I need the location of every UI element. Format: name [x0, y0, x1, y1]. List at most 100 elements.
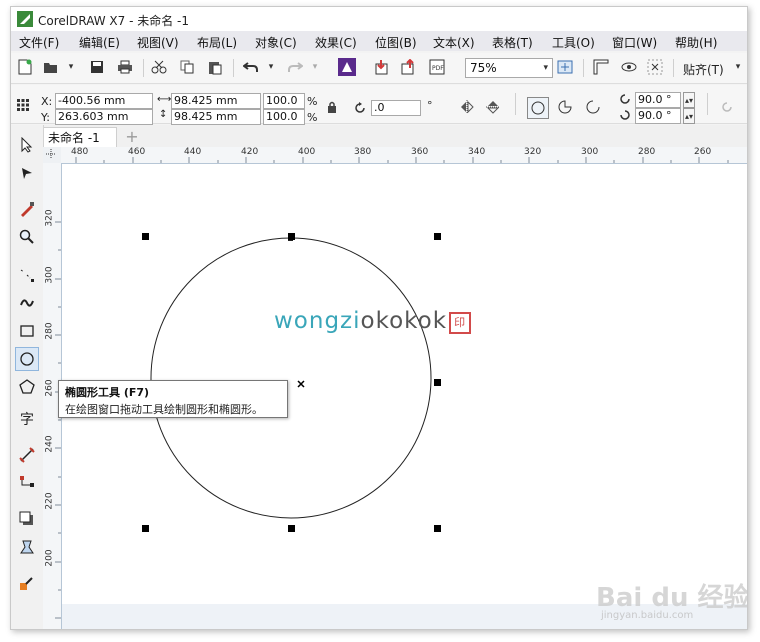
menu-object[interactable]: 对象(C) [255, 34, 297, 51]
percent-label: % [307, 95, 318, 108]
menu-text[interactable]: 文本(X) [433, 34, 475, 51]
export-button[interactable] [399, 57, 419, 77]
zoom-tool[interactable] [15, 225, 39, 249]
separator [673, 59, 674, 77]
lock-ratio-icon[interactable] [327, 101, 337, 113]
menu-view[interactable]: 视图(V) [137, 34, 179, 51]
zoom-icon [19, 229, 34, 244]
import-button[interactable] [371, 57, 391, 77]
print-button[interactable] [115, 57, 135, 77]
launcher-button[interactable] [337, 57, 357, 77]
redo-dropdown[interactable]: ▾ [305, 57, 325, 77]
selection-handle[interactable] [142, 233, 149, 240]
y-position-field[interactable]: 263.603 mm [55, 109, 153, 125]
mirror-horizontal-button[interactable] [457, 97, 477, 117]
snap-to-label[interactable]: 贴齐(T) [683, 61, 724, 78]
menu-tools[interactable]: 工具(O) [552, 34, 595, 51]
snap-dropdown[interactable]: ▾ [731, 57, 745, 77]
fullscreen-button[interactable] [555, 57, 575, 77]
transparency-tool[interactable] [15, 535, 39, 559]
drop-shadow-tool[interactable] [15, 507, 39, 531]
connector-tool[interactable] [15, 471, 39, 495]
menu-file[interactable]: 文件(F) [19, 34, 59, 51]
ellipse-tool[interactable] [15, 347, 39, 371]
arc-type-button[interactable] [583, 97, 603, 117]
zoom-level-combo[interactable]: 75% ▾ [465, 58, 553, 78]
add-document-icon[interactable]: + [123, 128, 141, 146]
crop-tool[interactable] [15, 197, 39, 221]
start-angle-spinner[interactable]: ▴▾ [683, 92, 695, 108]
menu-bitmaps[interactable]: 位图(B) [375, 34, 417, 51]
redo-icon [288, 62, 303, 72]
undo-dropdown[interactable]: ▾ [261, 57, 281, 77]
selection-handle[interactable] [288, 525, 295, 532]
polygon-tool[interactable] [15, 375, 39, 399]
paste-button[interactable] [205, 57, 225, 77]
open-button[interactable] [41, 57, 61, 77]
menu-layout[interactable]: 布局(L) [197, 34, 237, 51]
rotation-angle-field[interactable]: .0 [371, 100, 421, 116]
open-dropdown[interactable]: ▾ [61, 57, 81, 77]
document-tab-bar: 未命名 -1 + [43, 125, 747, 148]
document-tab[interactable]: 未命名 -1 [43, 127, 117, 147]
shape-tool[interactable] [15, 161, 39, 185]
horizontal-ruler[interactable]: 480 460 440 420 400 380 360 340 320 300 … [61, 147, 747, 164]
ruler-origin[interactable] [43, 147, 62, 164]
height-field[interactable]: 98.425 mm [171, 109, 261, 125]
ruler-tick-label: 280 [638, 147, 656, 157]
ellipse-shape[interactable] [150, 237, 432, 519]
ruler-tick-label: 440 [184, 147, 202, 157]
menu-table[interactable]: 表格(T) [492, 34, 533, 51]
menu-edit[interactable]: 编辑(E) [79, 34, 120, 51]
artistic-media-tool[interactable] [15, 291, 39, 315]
ellipse-type-button[interactable] [527, 97, 549, 119]
ruler-tick-label: 280 [44, 322, 55, 340]
scale-x-field[interactable]: 100.0 [263, 93, 305, 109]
mirror-vertical-button[interactable] [483, 97, 503, 117]
ruler-tick-label: 480 [71, 147, 89, 157]
publish-pdf-button[interactable]: PDF [427, 57, 447, 77]
reference-point-icon[interactable] [17, 99, 29, 111]
rectangle-tool[interactable] [15, 319, 39, 343]
save-button[interactable] [87, 57, 107, 77]
dimension-tool[interactable] [15, 443, 39, 467]
ruler-tick-label: 260 [694, 147, 712, 157]
start-angle-field[interactable]: 90.0 ° [635, 92, 681, 108]
rulers-toggle[interactable] [591, 57, 611, 77]
guidelines-icon [621, 62, 637, 72]
direction-toggle-button[interactable] [717, 97, 737, 117]
selection-handle[interactable] [434, 233, 441, 240]
svg-text:PDF: PDF [432, 65, 444, 72]
toolbox: 字 [11, 125, 44, 629]
eyedropper-tool[interactable] [15, 571, 39, 595]
y-label: Y: [41, 111, 50, 124]
scale-y-field[interactable]: 100.0 [263, 109, 305, 125]
x-position-field[interactable]: -400.56 mm [55, 93, 153, 109]
cut-button[interactable] [149, 57, 169, 77]
freehand-tool[interactable] [15, 263, 39, 287]
selection-handle[interactable] [434, 525, 441, 532]
selection-handle[interactable] [142, 525, 149, 532]
dimension-icon [19, 447, 35, 463]
redo-button[interactable] [285, 57, 305, 77]
selection-handle[interactable] [288, 233, 295, 240]
ruler-tick-label: 400 [298, 147, 316, 157]
menu-effects[interactable]: 效果(C) [315, 34, 357, 51]
undo-button[interactable] [241, 57, 261, 77]
snap-toggle[interactable] [645, 57, 665, 77]
end-angle-field[interactable]: 90.0 ° [635, 108, 681, 124]
rectangle-icon [20, 325, 34, 337]
width-field[interactable]: 98.425 mm [171, 93, 261, 109]
text-tool[interactable]: 字 [15, 407, 39, 431]
publish-pdf-icon: PDF [429, 59, 445, 75]
selection-handle[interactable] [434, 379, 441, 386]
menu-window[interactable]: 窗口(W) [612, 34, 657, 51]
pick-tool[interactable] [15, 133, 39, 157]
new-button[interactable] [15, 57, 35, 77]
guidelines-toggle[interactable] [619, 57, 639, 77]
menu-help[interactable]: 帮助(H) [675, 34, 717, 51]
height-icon: ↕ [159, 109, 168, 120]
pie-type-button[interactable] [555, 97, 575, 117]
copy-button[interactable] [177, 57, 197, 77]
end-angle-spinner[interactable]: ▴▾ [683, 108, 695, 124]
